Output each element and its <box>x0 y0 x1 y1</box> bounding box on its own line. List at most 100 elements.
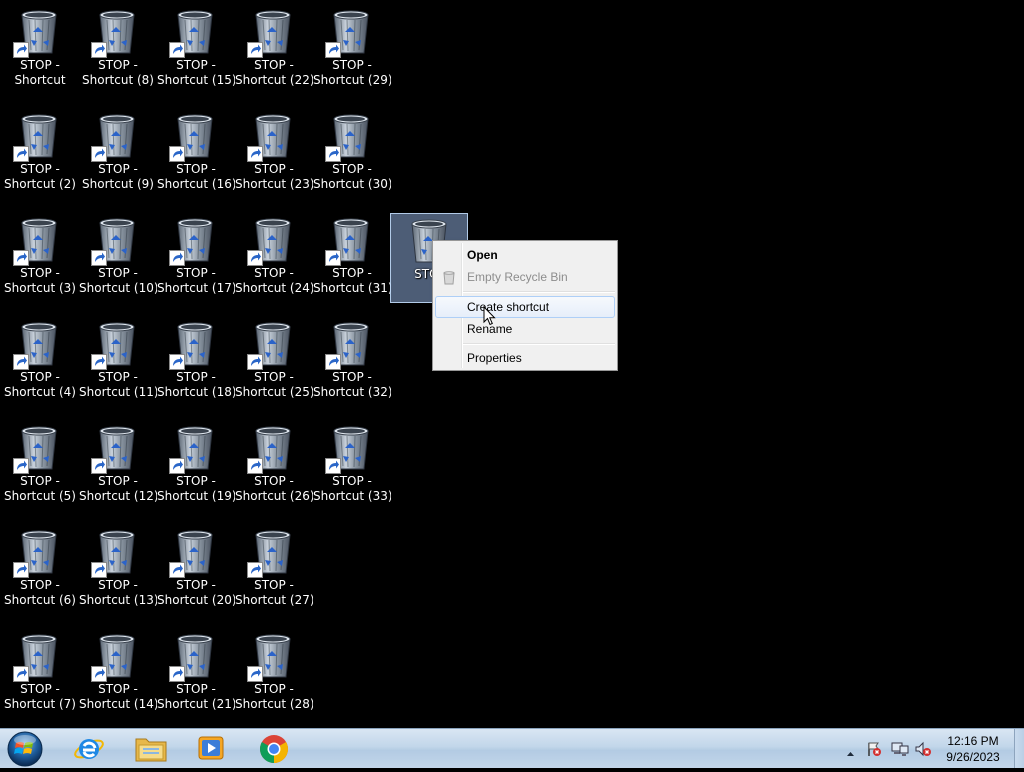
menu-item-empty-recycle-bin[interactable]: Empty Recycle Bin <box>435 266 615 288</box>
desktop-shortcut-icon[interactable]: STOP - Shortcut (23) <box>234 108 313 198</box>
recycle-bin-icon <box>325 424 375 474</box>
recycle-bin-icon <box>91 8 141 58</box>
desktop-shortcut-icon[interactable]: STOP - Shortcut (6) <box>0 524 78 614</box>
recycle-bin-icon <box>169 320 219 370</box>
icon-label-line1: STOP - <box>254 58 294 72</box>
desktop-shortcut-icon[interactable]: STOP - Shortcut (29) <box>312 4 391 94</box>
icon-label-line1: STOP - <box>332 58 372 72</box>
icon-label-line2: Shortcut (26) <box>235 489 313 503</box>
icon-label-line2: Shortcut (19) <box>157 489 235 503</box>
desktop-shortcut-icon[interactable]: STOP - Shortcut (7) <box>0 628 78 718</box>
icon-label-line1: STOP - <box>332 162 372 176</box>
desktop-shortcut-icon[interactable]: STOP - Shortcut (10) <box>78 212 157 302</box>
shortcut-arrow-icon <box>13 354 29 370</box>
desktop-shortcut-icon[interactable]: STOP - Shortcut (24) <box>234 212 313 302</box>
shortcut-arrow-icon <box>169 458 185 474</box>
file-explorer-icon <box>126 733 176 763</box>
desktop-shortcut-icon[interactable]: STOP - Shortcut (26) <box>234 420 313 510</box>
recycle-bin-icon <box>325 112 375 162</box>
volume-muted-icon <box>914 741 932 761</box>
desktop-shortcut-icon[interactable]: STOP - Shortcut (28) <box>234 628 313 718</box>
icon-label-line2: Shortcut (11) <box>79 385 157 399</box>
recycle-bin-icon <box>13 320 63 370</box>
recycle-bin-icon <box>169 632 219 682</box>
desktop-shortcut-icon[interactable]: STOP - Shortcut (13) <box>78 524 157 614</box>
desktop-shortcut-icon[interactable]: STOP - Shortcut (3) <box>0 212 78 302</box>
desktop-shortcut-icon[interactable]: STOP - Shortcut (21) <box>156 628 235 718</box>
icon-label-line1: STOP - <box>98 578 138 592</box>
icon-label-line2: Shortcut (4) <box>4 385 76 399</box>
shortcut-arrow-icon <box>169 666 185 682</box>
shortcut-arrow-icon <box>169 354 185 370</box>
show-desktop-button[interactable] <box>1014 729 1024 768</box>
icon-label-line1: STOP - <box>98 474 138 488</box>
icon-label-line2: Shortcut (20) <box>157 593 235 607</box>
desktop-shortcut-icon[interactable]: STOP - Shortcut (4) <box>0 316 78 406</box>
recycle-bin-icon <box>247 424 297 474</box>
menu-item-create-shortcut[interactable]: Create shortcut <box>435 296 615 318</box>
menu-item-open-label: Open <box>467 248 498 262</box>
desktop-shortcut-icon[interactable]: STOP - Shortcut (16) <box>156 108 235 198</box>
clock-time: 12:16 PM <box>947 734 999 748</box>
recycle-bin-icon <box>247 8 297 58</box>
desktop-shortcut-icon[interactable]: STOP - Shortcut (5) <box>0 420 78 510</box>
menu-item-properties[interactable]: Properties <box>435 347 615 369</box>
desktop-shortcut-icon[interactable]: STOP - Shortcut (33) <box>312 420 391 510</box>
recycle-bin-icon <box>325 320 375 370</box>
icon-label-line2: Shortcut <box>14 73 66 87</box>
desktop-shortcut-icon[interactable]: STOP - Shortcut (17) <box>156 212 235 302</box>
windows-start-orb-icon <box>5 731 45 772</box>
desktop-shortcut-icon[interactable]: STOP - Shortcut (15) <box>156 4 235 94</box>
recycle-bin-icon <box>169 216 219 266</box>
desktop-shortcut-icon[interactable]: STOP - Shortcut (31) <box>312 212 391 302</box>
start-button[interactable] <box>5 730 45 768</box>
desktop-shortcut-icon[interactable]: STOP - Shortcut (20) <box>156 524 235 614</box>
shortcut-arrow-icon <box>169 146 185 162</box>
volume-tray-button[interactable] <box>914 741 932 761</box>
system-clock[interactable]: 12:16 PM 9/26/2023 <box>940 733 1006 765</box>
desktop-shortcut-icon[interactable]: STOP - Shortcut (14) <box>78 628 157 718</box>
taskbar-media-player-button[interactable] <box>186 731 236 767</box>
show-hidden-icons-button[interactable] <box>846 743 855 762</box>
menu-item-rename[interactable]: Rename <box>435 318 615 340</box>
recycle-bin-icon <box>91 528 141 578</box>
taskbar-file-explorer-button[interactable] <box>126 731 176 767</box>
network-tray-button[interactable] <box>891 741 909 761</box>
shortcut-arrow-icon <box>91 562 107 578</box>
shortcut-arrow-icon <box>91 42 107 58</box>
desktop-shortcut-icon[interactable]: STOP - Shortcut (11) <box>78 316 157 406</box>
shortcut-arrow-icon <box>169 562 185 578</box>
icon-label-line2: Shortcut (7) <box>4 697 76 711</box>
shortcut-arrow-icon <box>325 354 341 370</box>
desktop-shortcut-icon[interactable]: STOP - Shortcut (8) <box>78 4 156 94</box>
recycle-bin-icon <box>91 216 141 266</box>
desktop-shortcut-icon[interactable]: STOP - Shortcut (30) <box>312 108 391 198</box>
desktop-shortcut-icon[interactable]: STOP - Shortcut (25) <box>234 316 313 406</box>
desktop-shortcut-icon[interactable]: STOP - Shortcut (19) <box>156 420 235 510</box>
desktop-shortcut-icon[interactable]: STOP - Shortcut (2) <box>0 108 78 198</box>
action-center-tray-button[interactable] <box>866 741 882 761</box>
menu-item-create-shortcut-label: Create shortcut <box>467 300 550 314</box>
icon-label-line1: STOP - <box>254 474 294 488</box>
mouse-pointer-icon <box>483 305 496 330</box>
shortcut-arrow-icon <box>13 666 29 682</box>
desktop-shortcut-icon[interactable]: STOP - Shortcut (27) <box>234 524 313 614</box>
icon-label-line2: Shortcut (9) <box>82 177 154 191</box>
desktop-shortcut-icon[interactable]: STOP - Shortcut (32) <box>312 316 391 406</box>
shortcut-arrow-icon <box>91 250 107 266</box>
shortcut-arrow-icon <box>13 250 29 266</box>
desktop-shortcut-icon[interactable]: STOP - Shortcut <box>0 4 78 94</box>
taskbar-chrome-button[interactable] <box>249 731 299 767</box>
desktop-shortcut-icon[interactable]: STOP - Shortcut (18) <box>156 316 235 406</box>
shortcut-arrow-icon <box>13 562 29 578</box>
desktop-shortcut-icon[interactable]: STOP - Shortcut (9) <box>78 108 156 198</box>
recycle-bin-icon <box>247 320 297 370</box>
taskbar: 12:16 PM 9/26/2023 <box>0 728 1024 768</box>
icon-label-line2: Shortcut (29) <box>313 73 391 87</box>
menu-separator <box>463 291 615 293</box>
desktop-shortcut-icon[interactable]: STOP - Shortcut (22) <box>234 4 313 94</box>
context-menu: Open Empty Recycle Bin Create shortcut R… <box>432 240 618 371</box>
menu-item-open[interactable]: Open <box>435 244 615 266</box>
desktop-shortcut-icon[interactable]: STOP - Shortcut (12) <box>78 420 157 510</box>
taskbar-internet-explorer-button[interactable] <box>64 731 114 767</box>
